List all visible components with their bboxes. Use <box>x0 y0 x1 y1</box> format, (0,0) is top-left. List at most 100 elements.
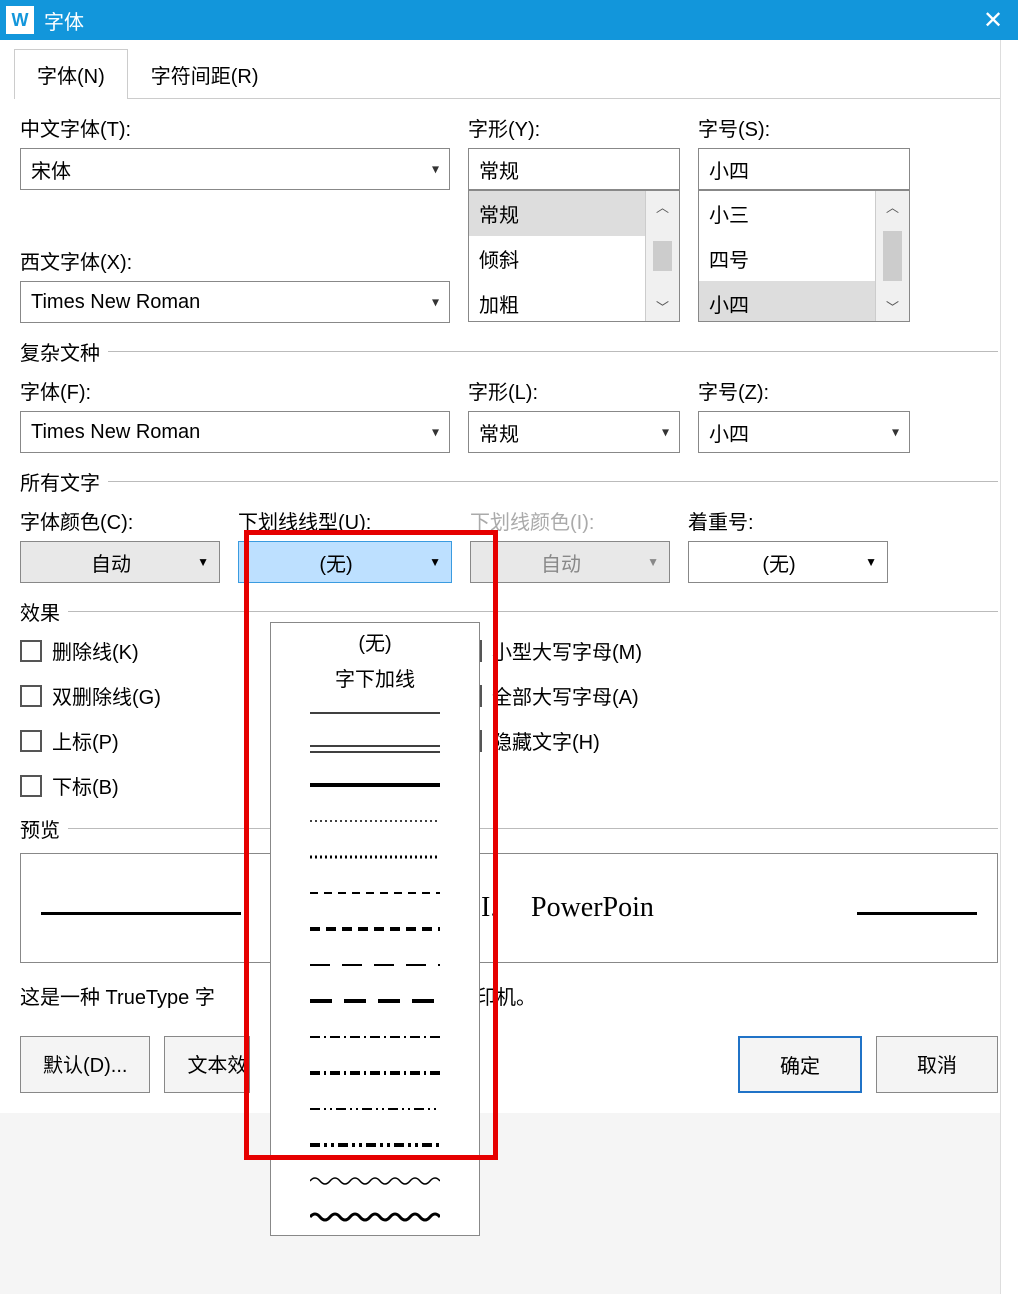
emphasis-dropdown[interactable]: (无) ▼ <box>688 541 888 583</box>
complex-size-select[interactable]: 小四 ▾ <box>698 411 910 453</box>
chevron-down-icon: ▾ <box>432 161 439 178</box>
group-effects-label: 效果 <box>20 597 60 626</box>
complex-font-select[interactable]: Times New Roman ▾ <box>20 411 450 453</box>
list-item[interactable]: 小四 <box>699 281 875 321</box>
checkbox-label: 删除线(K) <box>52 636 139 665</box>
font-style-input[interactable]: 常规 <box>468 148 680 190</box>
complex-font-value: Times New Roman <box>31 421 200 444</box>
font-style-value: 常规 <box>479 155 519 184</box>
caret-down-icon: ▼ <box>197 555 209 569</box>
checkbox-smallcaps[interactable]: 小型大写字母(M) <box>460 636 642 665</box>
complex-size-value: 小四 <box>709 418 749 447</box>
checkbox-label: 全部大写字母(A) <box>492 681 639 710</box>
scroll-down-icon[interactable]: ﹀ <box>876 291 909 321</box>
font-size-listbox[interactable]: 小三 四号 小四 ︿ ﹀ <box>698 190 910 322</box>
checkbox-allcaps[interactable]: 全部大写字母(A) <box>460 681 642 710</box>
underline-style-value: (无) <box>319 548 352 577</box>
font-color-dropdown[interactable]: 自动 ▼ <box>20 541 220 583</box>
latin-font-select[interactable]: Times New Roman ▾ <box>20 281 450 323</box>
checkbox-icon <box>20 730 42 752</box>
underline-style-menu[interactable]: (无) 字下加线 <box>270 622 480 1236</box>
underline-option-thick[interactable] <box>271 767 479 803</box>
font-color-label: 字体颜色(C): <box>20 506 220 535</box>
group-alltext-label: 所有文字 <box>20 467 100 496</box>
scroll-thumb[interactable] <box>883 231 903 281</box>
tab-spacing[interactable]: 字符间距(R) <box>128 49 282 99</box>
underline-option-dash-long-heavy[interactable] <box>271 983 479 1019</box>
list-item[interactable]: 四号 <box>699 236 875 281</box>
checkbox-label: 上标(P) <box>52 726 119 755</box>
window-title: 字体 <box>44 6 968 35</box>
close-button[interactable]: ✕ <box>968 0 1018 40</box>
scroll-thumb[interactable] <box>653 241 673 271</box>
scrollbar[interactable]: ︿ ﹀ <box>645 191 679 321</box>
latin-font-value: Times New Roman <box>31 291 200 314</box>
tab-font[interactable]: 字体(N) <box>14 49 128 99</box>
underline-option-wave-heavy[interactable] <box>271 1199 479 1235</box>
latin-font-label: 西文字体(X): <box>20 246 450 275</box>
underline-option-dot-dash-heavy[interactable] <box>271 1055 479 1091</box>
checkbox-label: 下标(B) <box>52 771 119 800</box>
scroll-up-icon[interactable]: ︿ <box>876 191 909 221</box>
underline-option-dot-dash[interactable] <box>271 1019 479 1055</box>
emphasis-value: (无) <box>762 548 795 577</box>
group-alltext: 所有文字 <box>14 467 1004 496</box>
titlebar: W 字体 ✕ <box>0 0 1018 40</box>
underline-option-single[interactable] <box>271 695 479 731</box>
cancel-button[interactable]: 取消 <box>876 1036 998 1093</box>
checkbox-label: 隐藏文字(H) <box>492 726 600 755</box>
underline-option-dotted-heavy[interactable] <box>271 839 479 875</box>
preview-text-right: PowerPoin <box>531 892 654 924</box>
underline-option-dash-long[interactable] <box>271 947 479 983</box>
list-item[interactable]: 加粗 <box>469 281 645 321</box>
preview-box: I. PowerPoin <box>20 853 998 963</box>
checkbox-label: 小型大写字母(M) <box>492 636 642 665</box>
truetype-left: 这是一种 TrueType 字 <box>20 987 215 1009</box>
dialog-body: 字体(N) 字符间距(R) 中文字体(T): 宋体 ▾ 西文字体(X): Tim… <box>0 40 1018 1113</box>
underline-option-dot-dot-dash[interactable] <box>271 1091 479 1127</box>
font-size-label: 字号(S): <box>698 113 910 142</box>
ok-button[interactable]: 确定 <box>738 1036 862 1093</box>
chinese-font-label: 中文字体(T): <box>20 113 450 142</box>
emphasis-label: 着重号: <box>688 506 888 535</box>
font-size-input[interactable]: 小四 <box>698 148 910 190</box>
truetype-note: 这是一种 TrueType 字 和打印机。 <box>20 981 998 1010</box>
checkbox-hidden[interactable]: 隐藏文字(H) <box>460 726 642 755</box>
underline-option-words-only[interactable]: 字下加线 <box>271 659 479 695</box>
underline-color-dropdown: 自动 ▼ <box>470 541 670 583</box>
underline-option-dash[interactable] <box>271 875 479 911</box>
preview-text-left: I. <box>481 892 497 924</box>
checkbox-icon <box>20 640 42 662</box>
list-item[interactable]: 小三 <box>699 191 875 236</box>
right-edge-strip <box>1000 40 1018 1294</box>
underline-style-dropdown[interactable]: (无) ▼ <box>238 541 452 583</box>
complex-style-select[interactable]: 常规 ▾ <box>468 411 680 453</box>
underline-option-wave[interactable] <box>271 1163 479 1199</box>
underline-option-none[interactable]: (无) <box>271 623 479 659</box>
underline-option-dash-heavy[interactable] <box>271 911 479 947</box>
group-complex: 复杂文种 <box>14 337 1004 366</box>
chinese-font-select[interactable]: 宋体 ▾ <box>20 148 450 190</box>
underline-option-double[interactable] <box>271 731 479 767</box>
underline-option-dot-dot-dash-heavy[interactable] <box>271 1127 479 1163</box>
caret-down-icon: ▼ <box>429 555 441 569</box>
group-preview: 预览 <box>14 814 1004 843</box>
underline-color-value: 自动 <box>541 548 581 577</box>
checkbox-icon <box>20 775 42 797</box>
scrollbar[interactable]: ︿ ﹀ <box>875 191 909 321</box>
app-icon: W <box>6 6 34 34</box>
group-effects: 效果 <box>14 597 1004 626</box>
list-item[interactable]: 倾斜 <box>469 236 645 281</box>
list-item[interactable]: 常规 <box>469 191 645 236</box>
default-button[interactable]: 默认(D)... <box>20 1036 150 1093</box>
tabs: 字体(N) 字符间距(R) <box>14 48 1004 99</box>
complex-style-value: 常规 <box>479 418 519 447</box>
scroll-up-icon[interactable]: ︿ <box>646 191 679 221</box>
scroll-down-icon[interactable]: ﹀ <box>646 291 679 321</box>
font-size-value: 小四 <box>709 155 749 184</box>
group-preview-label: 预览 <box>20 814 60 843</box>
chevron-down-icon: ▾ <box>432 294 439 311</box>
text-effect-button[interactable]: 文本效果 <box>164 1036 250 1093</box>
font-style-listbox[interactable]: 常规 倾斜 加粗 ︿ ﹀ <box>468 190 680 322</box>
underline-option-dotted[interactable] <box>271 803 479 839</box>
